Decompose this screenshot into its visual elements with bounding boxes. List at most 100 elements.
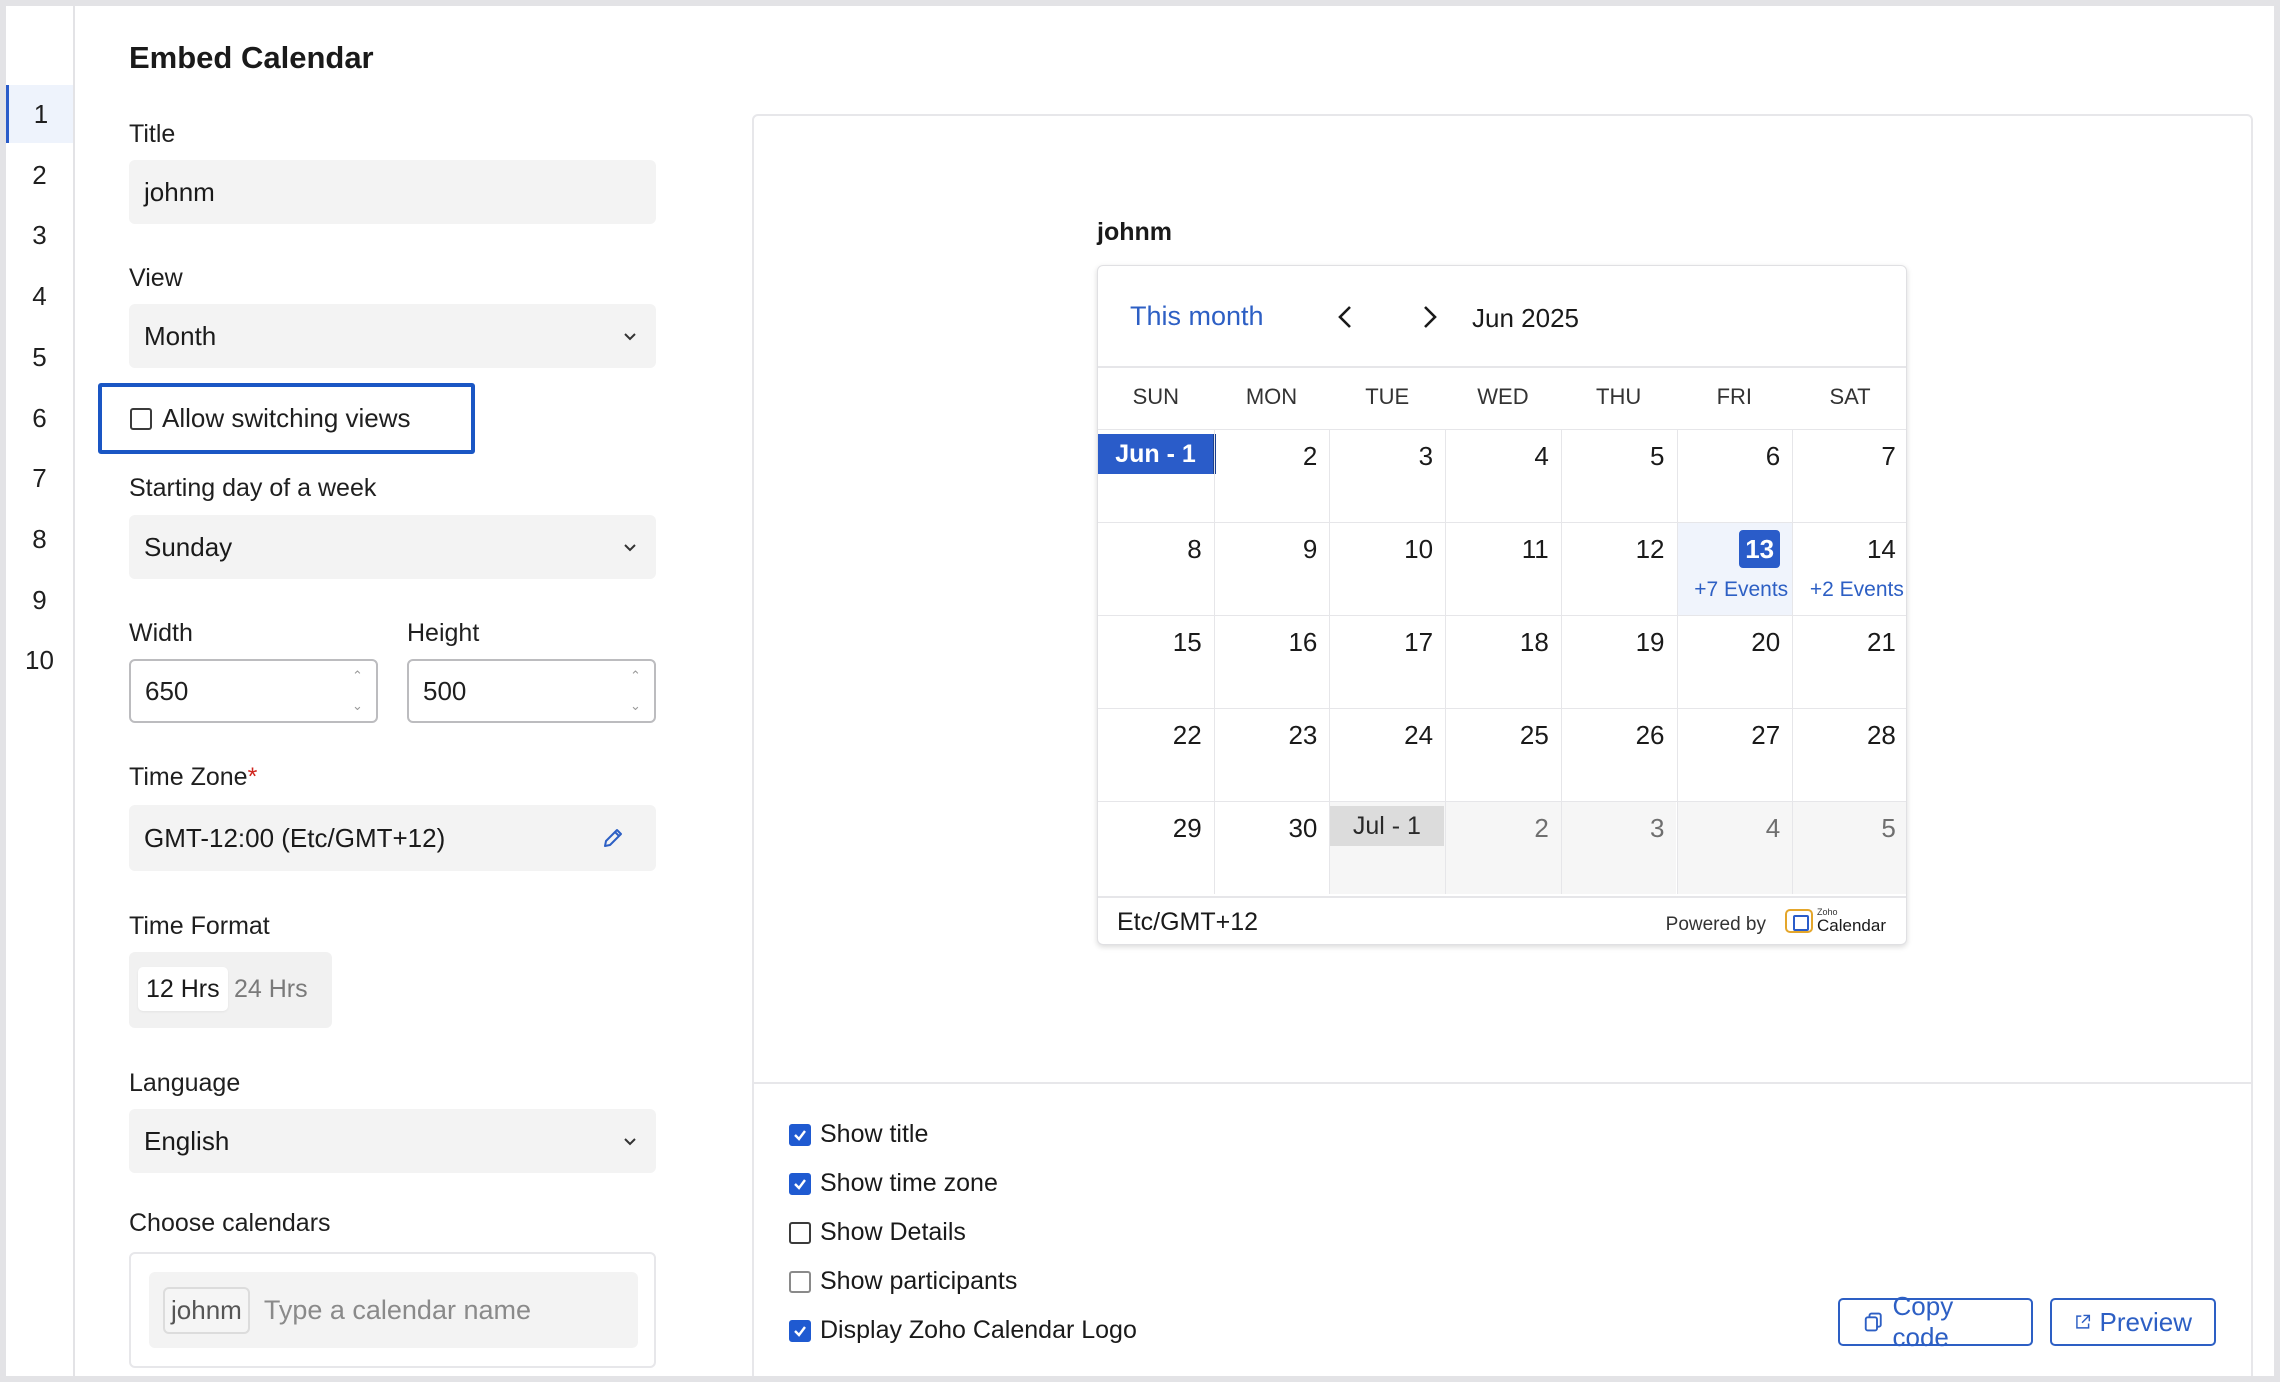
step-6[interactable]: 6 (6, 389, 73, 447)
chevron-right-icon[interactable] (1414, 302, 1444, 332)
show-timezone-label: Show time zone (820, 1169, 998, 1197)
calendar-day-cell[interactable]: 2 (1445, 801, 1561, 894)
calendar-day-cell[interactable]: 21 (1792, 615, 1906, 708)
calendar-day-cell[interactable]: 30 (1214, 801, 1330, 894)
calendar-day-cell[interactable]: 4 (1676, 801, 1793, 894)
starting-day-select[interactable]: Sunday (129, 515, 656, 579)
this-month-link[interactable]: This month (1130, 301, 1264, 332)
show-participants-option[interactable]: Show participants (789, 1267, 1017, 1296)
powered-by-label: Powered by (1665, 914, 1766, 935)
height-stepper[interactable]: ⌃ ⌄ (630, 669, 644, 713)
calendar-day-cell[interactable]: 2 (1214, 429, 1330, 522)
calendar-day-cell[interactable]: 16 (1214, 615, 1330, 708)
day-number: 19 (1635, 627, 1665, 657)
step-8[interactable]: 8 (6, 510, 73, 568)
calendar-day-cell[interactable]: 12 (1561, 522, 1677, 615)
day-number: 7 (1881, 441, 1896, 471)
step-1[interactable]: 1 (6, 85, 73, 143)
step-9[interactable]: 9 (6, 571, 73, 629)
calendar-day-cell[interactable]: 23 (1214, 708, 1330, 801)
calendar-chip[interactable]: johnm (163, 1286, 250, 1334)
calendar-day-cell[interactable]: Jun - 1 (1098, 429, 1216, 522)
calendar-day-cell[interactable]: 28 (1792, 708, 1906, 801)
calendar-day-cell[interactable]: 24 (1329, 708, 1445, 801)
month-label: Jun 2025 (1472, 303, 1579, 333)
time-format-24h[interactable]: 24 Hrs (226, 967, 316, 1011)
calendar-search-input[interactable]: johnm Type a calendar name (149, 1272, 638, 1348)
calendar-day-cell[interactable]: 20 (1677, 615, 1793, 708)
calendar-day-cell[interactable]: 18 (1445, 615, 1561, 708)
choose-calendars-label: Choose calendars (129, 1209, 331, 1237)
calendar-day-cell[interactable]: 10 (1329, 522, 1445, 615)
calendar-day-cell[interactable]: 6 (1677, 429, 1793, 522)
allow-switching-views-label: Allow switching views (162, 403, 411, 433)
calendar-day-cell[interactable]: 25 (1445, 708, 1561, 801)
required-marker: * (247, 763, 258, 791)
checkbox-checked-icon (789, 1123, 811, 1146)
calendar-day-cell[interactable]: 5 (1792, 801, 1906, 894)
copy-code-button[interactable]: Copy code (1838, 1291, 2033, 1352)
language-select[interactable]: English (129, 1109, 656, 1173)
month-start-marker: Jun - 1 (1098, 434, 1216, 474)
calendar-day-cell[interactable]: 14 +2 Events (1792, 522, 1906, 615)
calendar-day-cell[interactable]: Jul - 1 (1329, 801, 1446, 894)
calendar-day-cell[interactable]: 3 (1329, 429, 1445, 522)
calendar-day-cell[interactable]: 11 (1445, 522, 1561, 615)
calendar-day-cell[interactable]: 27 (1677, 708, 1793, 801)
time-format-12h[interactable]: 12 Hrs (138, 967, 228, 1011)
width-label: Width (129, 619, 193, 647)
preview-button[interactable]: Preview (2050, 1298, 2216, 1346)
starting-day-label: Starting day of a week (129, 474, 377, 502)
chevron-left-icon[interactable] (1331, 302, 1361, 332)
page-title: Embed Calendar (129, 40, 374, 75)
external-link-icon (2076, 1314, 2091, 1329)
more-events-link[interactable]: +2 Events (1810, 578, 1904, 602)
grid-line (1098, 429, 1906, 430)
width-input[interactable]: 650 ⌃ ⌄ (129, 659, 378, 723)
title-input[interactable]: johnm (129, 160, 656, 224)
step-7[interactable]: 7 (6, 449, 73, 507)
day-number: 4 (1534, 441, 1549, 471)
view-select[interactable]: Month (129, 304, 656, 368)
show-timezone-option[interactable]: Show time zone (789, 1169, 998, 1198)
checkbox-checked-icon (789, 1319, 811, 1342)
calendar-logo-icon (1785, 909, 1813, 933)
calendar-day-cell[interactable]: 9 (1214, 522, 1330, 615)
allow-switching-views-checkbox[interactable]: Allow switching views (98, 383, 475, 454)
grid-line (1329, 429, 1331, 894)
day-number: 23 (1288, 720, 1318, 750)
calendar-day-cell[interactable]: 4 (1445, 429, 1561, 522)
step-2[interactable]: 2 (6, 146, 73, 204)
timezone-value: GMT-12:00 (Etc/GMT+12) (144, 822, 446, 853)
calendar-day-cell[interactable]: 17 (1329, 615, 1445, 708)
calendar-day-cell[interactable]: 29 (1098, 801, 1214, 894)
calendar-day-cell[interactable]: 19 (1561, 615, 1677, 708)
preview-divider (752, 1082, 2253, 1084)
calendar-day-cell[interactable]: 8 (1098, 522, 1214, 615)
calendar-day-cell[interactable]: 26 (1561, 708, 1677, 801)
width-stepper[interactable]: ⌃ ⌄ (352, 669, 366, 713)
weekday-thu: THU (1596, 384, 1642, 409)
day-number: 3 (1418, 441, 1434, 471)
display-logo-option[interactable]: Display Zoho Calendar Logo (789, 1316, 1137, 1345)
height-input[interactable]: 500 ⌃ ⌄ (407, 659, 656, 723)
calendar-day-cell[interactable]: 7 (1792, 429, 1906, 522)
preview-label: Preview (2099, 1306, 2192, 1337)
step-5[interactable]: 5 (6, 328, 73, 386)
show-title-option[interactable]: Show title (789, 1120, 928, 1149)
more-events-link[interactable]: +7 Events (1694, 578, 1788, 602)
weekday-wed: WED (1477, 384, 1529, 409)
calendar-footer: Etc/GMT+12 Powered by Zoho Calendar (1098, 896, 1906, 944)
step-3[interactable]: 3 (6, 206, 73, 264)
pencil-icon[interactable] (600, 825, 626, 851)
timezone-field[interactable]: GMT-12:00 (Etc/GMT+12) (129, 805, 656, 871)
calendar-day-cell[interactable]: 15 (1098, 615, 1214, 708)
calendar-day-cell[interactable]: 13 +7 Events (1676, 522, 1793, 615)
show-details-option[interactable]: Show Details (789, 1218, 966, 1247)
day-number: 22 (1172, 720, 1202, 750)
calendar-day-cell[interactable]: 5 (1561, 429, 1677, 522)
step-4[interactable]: 4 (6, 267, 73, 325)
step-10[interactable]: 10 (6, 631, 73, 689)
calendar-day-cell[interactable]: 22 (1098, 708, 1214, 801)
calendar-day-cell[interactable]: 3 (1560, 801, 1677, 894)
